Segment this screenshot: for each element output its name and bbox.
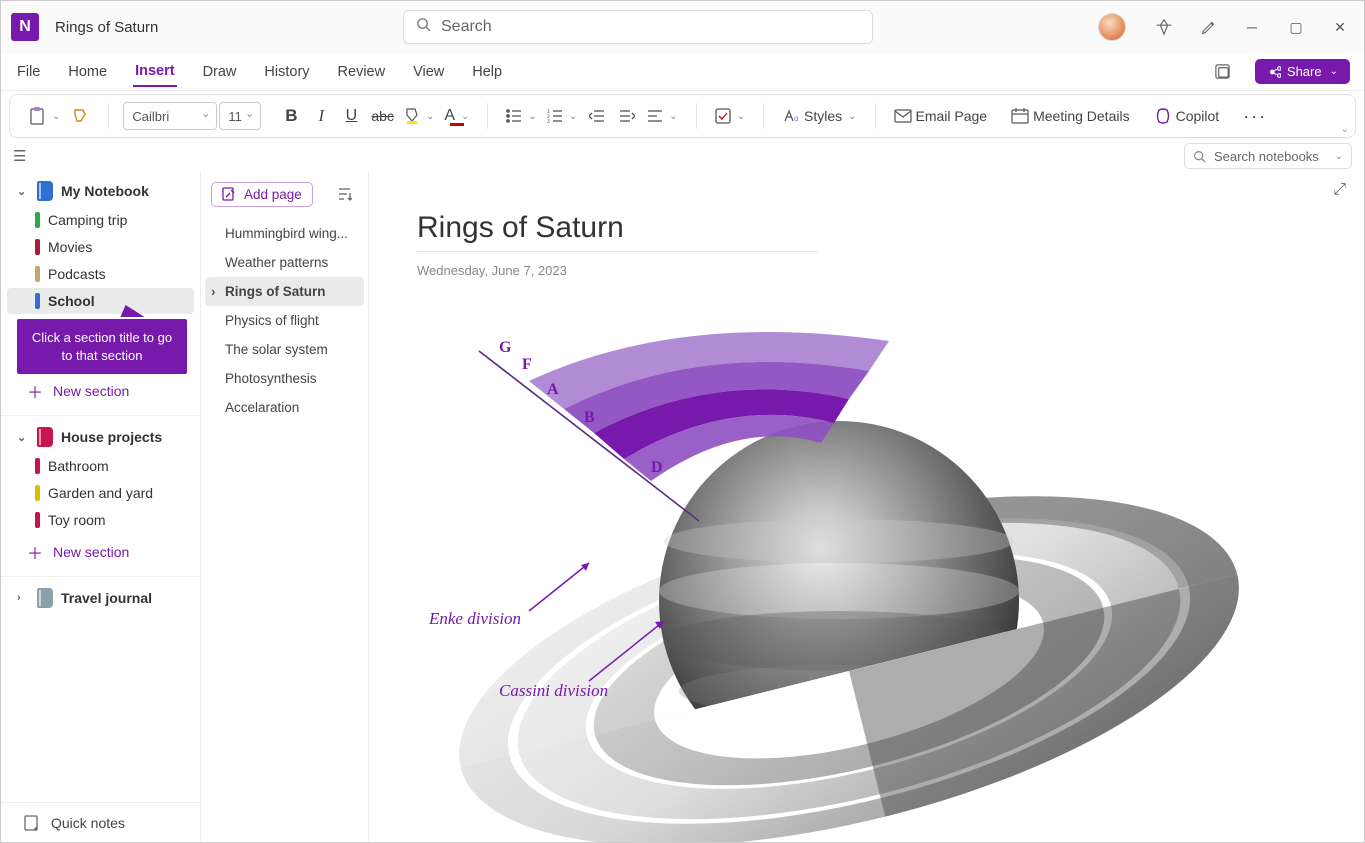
align-button[interactable]: ⌄ xyxy=(643,101,681,131)
close-button[interactable]: ✕ xyxy=(1322,9,1358,45)
svg-text:3: 3 xyxy=(547,119,550,123)
bold-button[interactable]: B xyxy=(277,101,305,131)
svg-text:ɑ: ɑ xyxy=(794,114,798,123)
notebook-travel-journal[interactable]: › Travel journal xyxy=(7,583,194,613)
ring-label-c: C xyxy=(624,441,636,459)
page-list-panel: Add page Hummingbird wing... Weather pat… xyxy=(201,171,369,842)
section-garden-and-yard[interactable]: Garden and yard xyxy=(7,480,194,506)
underline-button[interactable]: U xyxy=(337,101,365,131)
tab-insert[interactable]: Insert xyxy=(133,57,177,87)
chevron-right-icon: › xyxy=(17,592,29,604)
global-search-input[interactable]: Search xyxy=(403,10,873,44)
title-bar: N Rings of Saturn Search ─ ▢ ✕ xyxy=(1,1,1364,53)
secondary-bar: ☰ Search notebooks ⌄ xyxy=(1,141,1364,171)
styles-button[interactable]: ɑStyles⌄ xyxy=(778,101,861,131)
paste-button[interactable]: ⌄ xyxy=(24,101,64,131)
feed-icon[interactable] xyxy=(1205,54,1241,90)
tab-view[interactable]: View xyxy=(411,58,446,86)
notebook-icon xyxy=(37,588,53,608)
page-item[interactable]: Photosynthesis xyxy=(205,364,364,393)
search-icon xyxy=(416,17,431,37)
page-item[interactable]: The solar system xyxy=(205,335,364,364)
ring-label-d: D xyxy=(651,459,663,477)
indent-button[interactable] xyxy=(613,101,641,131)
ring-label-a: A xyxy=(547,381,559,399)
page-item[interactable]: Rings of Saturn xyxy=(205,277,364,306)
highlight-button[interactable]: ⌄ xyxy=(400,101,438,131)
onenote-app-icon: N xyxy=(11,13,39,41)
nav-toggle-button[interactable]: ☰ xyxy=(13,147,26,165)
copilot-button[interactable]: Copilot xyxy=(1150,101,1224,131)
coach-tooltip: Click a section title to go to that sect… xyxy=(17,319,187,374)
tab-review[interactable]: Review xyxy=(336,58,388,86)
share-label: Share xyxy=(1287,64,1322,79)
annotation-cassini: Cassini division xyxy=(499,681,608,701)
section-podcasts[interactable]: Podcasts xyxy=(7,261,194,287)
page-date: Wednesday, June 7, 2023 xyxy=(417,263,567,278)
premium-icon[interactable] xyxy=(1146,9,1182,45)
page-title[interactable]: Rings of Saturn xyxy=(417,211,817,252)
numbered-list-button[interactable]: 123⌄ xyxy=(543,101,581,131)
meeting-details-button[interactable]: Meeting Details xyxy=(1007,101,1134,131)
chevron-down-icon: ⌄ xyxy=(17,185,29,198)
document-title: Rings of Saturn xyxy=(55,19,158,36)
italic-button[interactable]: I xyxy=(307,101,335,131)
fullscreen-icon[interactable]: ⤢ xyxy=(1333,181,1346,199)
sort-pages-button[interactable] xyxy=(330,179,358,209)
add-page-button[interactable]: Add page xyxy=(211,182,313,207)
annotation-enke: Enke division xyxy=(429,609,521,629)
chevron-down-icon: ⌄ xyxy=(17,431,29,444)
share-button[interactable]: Share ⌄ xyxy=(1255,59,1350,84)
page-item[interactable]: Physics of flight xyxy=(205,306,364,335)
tab-draw[interactable]: Draw xyxy=(201,58,239,86)
section-bathroom[interactable]: Bathroom xyxy=(7,453,194,479)
font-size-select[interactable]: 11 xyxy=(219,102,261,130)
ring-label-f: F xyxy=(522,356,532,374)
notebook-label: House projects xyxy=(61,429,162,445)
minimize-button[interactable]: ─ xyxy=(1234,9,1270,45)
tab-help[interactable]: Help xyxy=(470,58,504,86)
saturn-illustration: G F A B C D Enke division Cassini divisi… xyxy=(419,301,1289,842)
font-color-button[interactable]: A⌄ xyxy=(440,101,473,131)
notebook-label: Travel journal xyxy=(61,590,152,606)
notebook-house-projects[interactable]: ⌄ House projects xyxy=(7,422,194,452)
page-item[interactable]: Hummingbird wing... xyxy=(205,219,364,248)
section-school[interactable]: School xyxy=(7,288,194,314)
notebook-sidebar: ⌄ My Notebook Camping trip Movies Podcas… xyxy=(1,171,201,842)
tab-history[interactable]: History xyxy=(262,58,311,86)
quick-notes-button[interactable]: Quick notes xyxy=(1,802,201,842)
format-painter-button[interactable] xyxy=(66,101,94,131)
section-toy-room[interactable]: Toy room xyxy=(7,507,194,533)
notebook-my-notebook[interactable]: ⌄ My Notebook xyxy=(7,176,194,206)
page-item[interactable]: Accelaration xyxy=(205,393,364,422)
ribbon-expand-icon[interactable]: ⌄ xyxy=(1341,124,1349,135)
font-name-select[interactable]: Cailbri xyxy=(123,102,217,130)
user-avatar[interactable] xyxy=(1098,13,1126,41)
page-canvas[interactable]: ⤢ Rings of Saturn Wednesday, June 7, 202… xyxy=(369,171,1364,842)
pen-icon[interactable] xyxy=(1190,9,1226,45)
ring-label-g: G xyxy=(499,339,511,357)
new-section-button-1[interactable]: ＋New section xyxy=(1,373,200,409)
notebook-icon xyxy=(37,427,53,447)
section-camping-trip[interactable]: Camping trip xyxy=(7,207,194,233)
ring-label-b: B xyxy=(584,409,595,427)
page-item[interactable]: Weather patterns xyxy=(205,248,364,277)
tab-home[interactable]: Home xyxy=(66,58,109,86)
notebook-label: My Notebook xyxy=(61,183,149,199)
menu-tabs-row: File Home Insert Draw History Review Vie… xyxy=(1,53,1364,91)
maximize-button[interactable]: ▢ xyxy=(1278,9,1314,45)
section-movies[interactable]: Movies xyxy=(7,234,194,260)
outdent-button[interactable] xyxy=(583,101,611,131)
search-placeholder: Search xyxy=(441,18,492,36)
todo-tag-button[interactable]: ⌄ xyxy=(711,101,749,131)
bullet-list-button[interactable]: ⌄ xyxy=(502,101,540,131)
email-page-button[interactable]: Email Page xyxy=(890,101,992,131)
more-commands-button[interactable]: ··· xyxy=(1239,101,1271,131)
notebook-search-input[interactable]: Search notebooks ⌄ xyxy=(1184,143,1352,169)
new-section-button-2[interactable]: ＋New section xyxy=(1,534,200,570)
tab-file[interactable]: File xyxy=(15,58,42,86)
ribbon-toolbar: ⌄ Cailbri 11 B I U abc ⌄ A⌄ ⌄ 123⌄ ⌄ ⌄ ɑ… xyxy=(9,94,1356,138)
notebook-icon xyxy=(37,181,53,201)
strikethrough-button[interactable]: abc xyxy=(367,101,398,131)
